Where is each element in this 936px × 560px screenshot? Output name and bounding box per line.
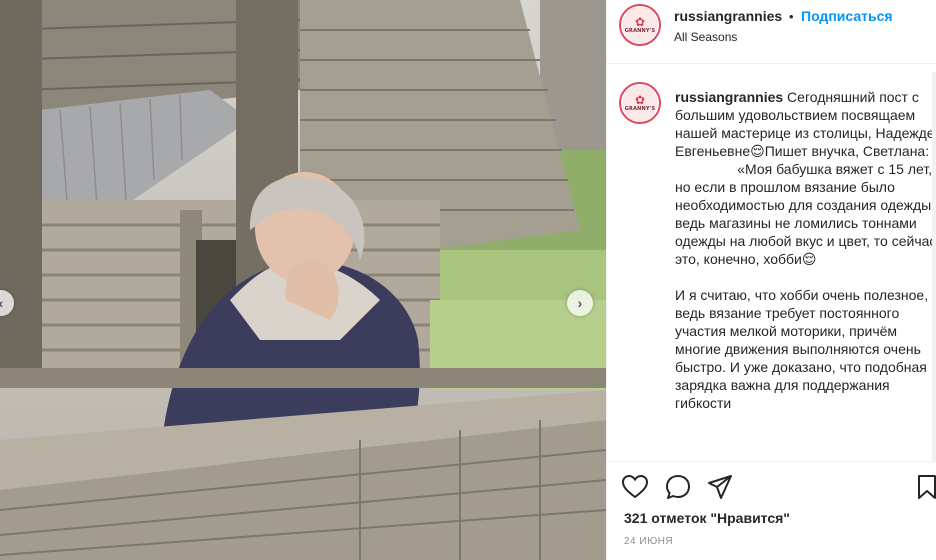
post-location[interactable]: All Seasons <box>674 30 737 44</box>
avatar-logo: ✿ GRANNY'S <box>622 85 658 121</box>
avatar-brand-text: GRANNY'S <box>624 105 656 112</box>
next-photo-button[interactable]: › <box>567 290 593 316</box>
caption-scrollbar[interactable] <box>932 72 936 461</box>
post-actions: 321 отметок "Нравится" 24 ИЮНЯ <box>607 461 936 560</box>
post-date[interactable]: 24 ИЮНЯ <box>624 536 673 547</box>
caption-body: Сегодняшний пост с большим удовольствием… <box>675 89 936 411</box>
comment-icon[interactable] <box>664 473 692 501</box>
separator-dot: • <box>789 9 794 24</box>
caption-author-avatar[interactable]: ✿ GRANNY'S <box>619 82 661 124</box>
bookmark-icon[interactable] <box>913 473 936 501</box>
avatar-brand-text: GRANNY'S <box>624 27 656 34</box>
share-icon[interactable] <box>706 473 734 501</box>
chevron-left-icon: ‹ <box>0 295 3 311</box>
caption-section: ✿ GRANNY'S russiangrannies Сегодняшний п… <box>607 72 936 461</box>
avatar-logo: ✿ GRANNY'S <box>622 7 658 43</box>
post-header: ✿ GRANNY'S russiangrannies • Подписаться… <box>607 0 936 64</box>
author-avatar[interactable]: ✿ GRANNY'S <box>619 4 661 46</box>
caption-username[interactable]: russiangrannies <box>675 89 783 105</box>
flower-icon: ✿ <box>634 92 646 107</box>
caption-text: russiangrannies Сегодняшний пост с больш… <box>675 88 936 412</box>
post-details-panel: ✿ GRANNY'S russiangrannies • Подписаться… <box>606 0 936 560</box>
author-username[interactable]: russiangrannies <box>674 8 782 24</box>
post-photo[interactable]: ‹ › <box>0 0 606 560</box>
follow-button[interactable]: Подписаться <box>801 8 893 24</box>
flower-icon: ✿ <box>634 14 646 29</box>
chevron-right-icon: › <box>577 295 583 311</box>
heart-icon[interactable] <box>621 473 649 501</box>
likes-count[interactable]: 321 отметок "Нравится" <box>624 510 790 526</box>
photo-illustration <box>0 0 606 560</box>
